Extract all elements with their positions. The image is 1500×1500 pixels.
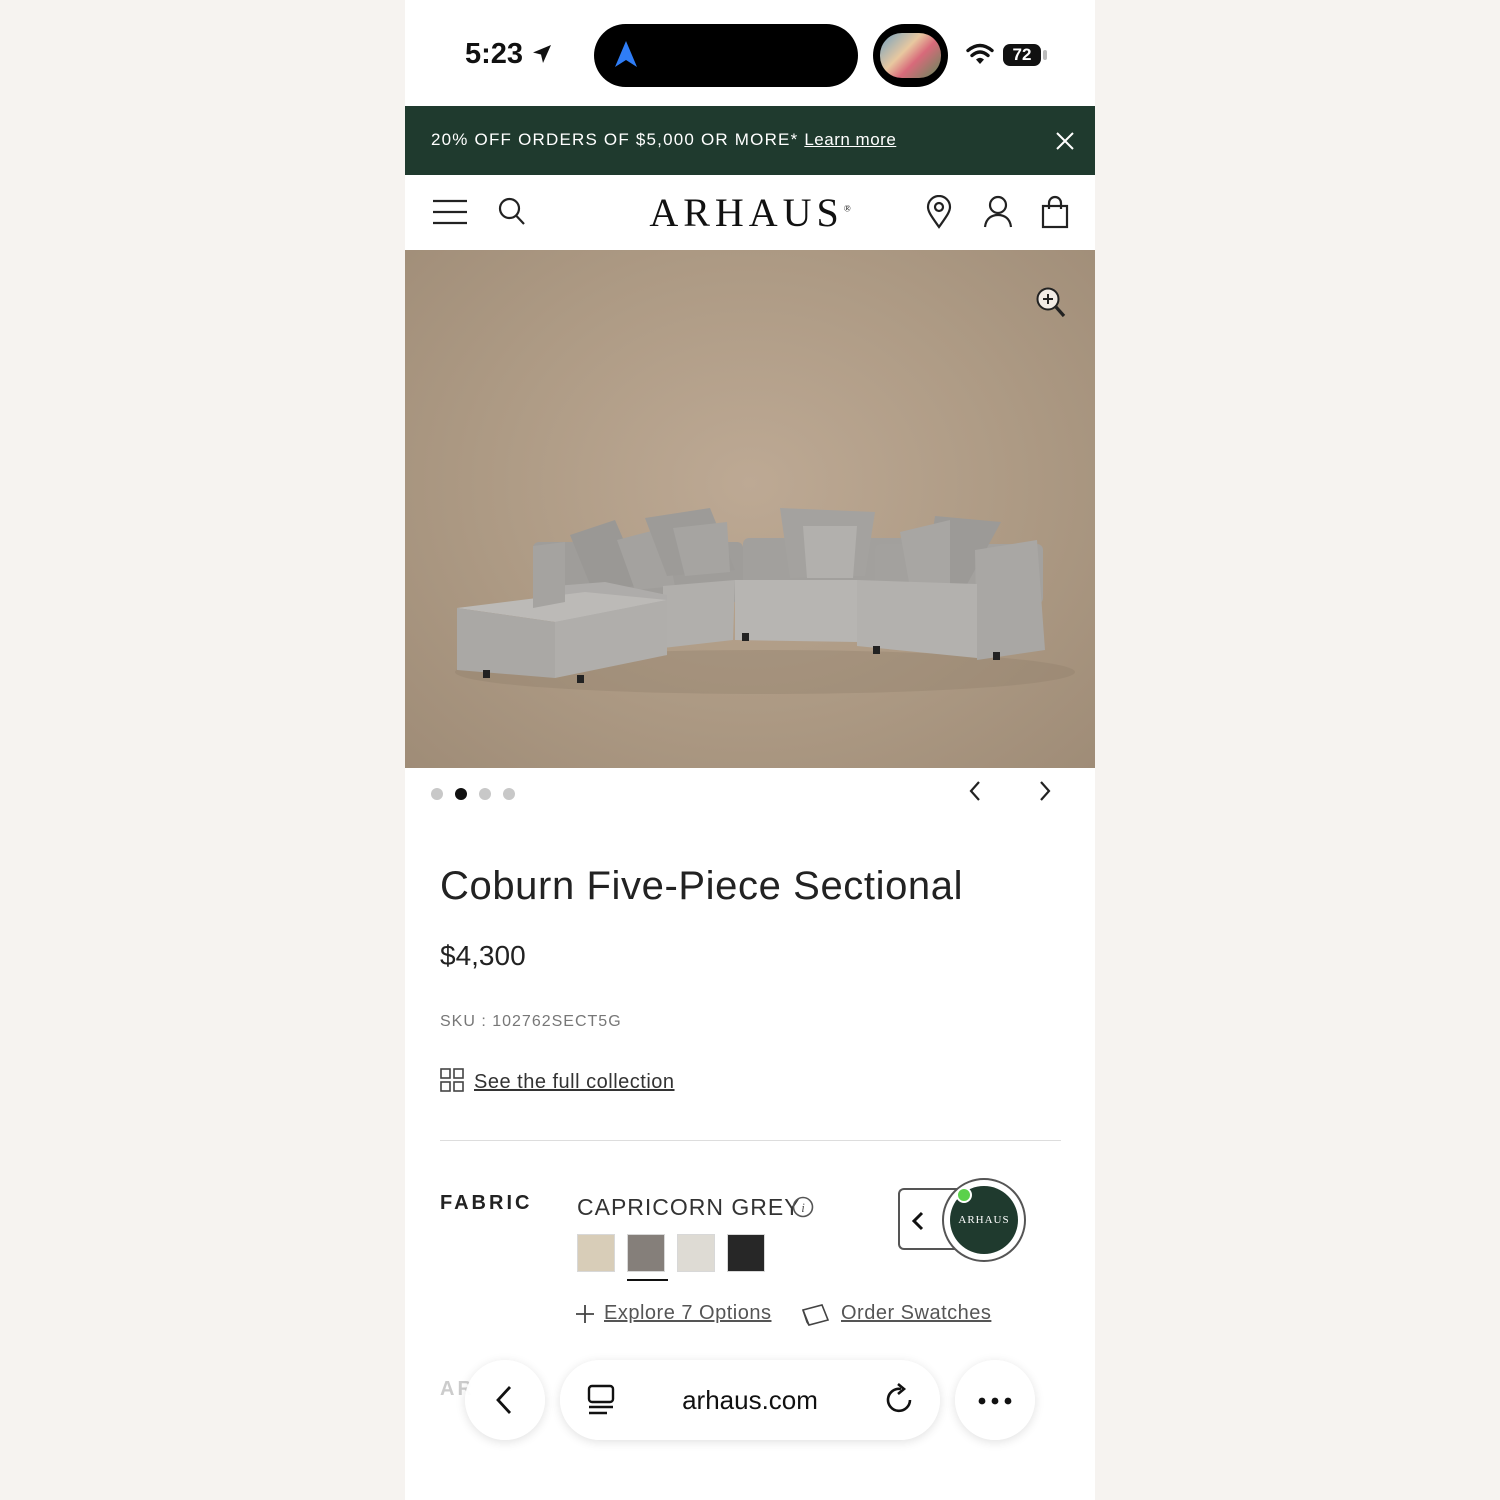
svg-text:i: i (801, 1200, 805, 1215)
sofa-illustration (455, 508, 1075, 694)
navigation-app-icon (615, 41, 637, 67)
chevron-left-icon[interactable] (965, 778, 985, 804)
status-bar: 5:23 72 (405, 0, 1095, 106)
browser-url: arhaus.com (682, 1385, 818, 1415)
swatch-icon (801, 1304, 830, 1326)
site-header: ARHAUS® (405, 175, 1095, 250)
fabric-swatch[interactable] (577, 1234, 615, 1272)
product-price: $4,300 (440, 940, 526, 971)
fabric-label: FABRIC (440, 1192, 533, 1214)
promo-banner: 20% OFF ORDERS OF $5,000 OR MORE* Learn … (405, 106, 1095, 175)
carousel-dot-active[interactable] (455, 788, 467, 800)
logo-text: ARHAUS (649, 190, 844, 235)
status-time: 5:23 (465, 38, 524, 70)
explore-options-link[interactable]: Explore 7 Options (604, 1302, 771, 1325)
battery-indicator: 72 (1003, 44, 1041, 66)
see-full-collection-link[interactable]: See the full collection (474, 1071, 675, 1094)
shopping-bag-icon[interactable] (1041, 195, 1069, 229)
dynamic-island (594, 24, 858, 87)
chevron-left-icon (496, 1386, 512, 1414)
promo-message: 20% OFF ORDERS OF $5,000 OR MORE* (431, 130, 799, 149)
carousel-dots (431, 787, 527, 805)
carousel-dot[interactable] (503, 788, 515, 800)
plus-icon (576, 1305, 594, 1323)
store-locator-icon[interactable] (926, 195, 952, 229)
live-activity-bubble[interactable] (873, 24, 948, 87)
browser-back-button[interactable] (465, 1360, 545, 1440)
product-sku: SKU : 102762SECT5G (440, 1013, 622, 1030)
explore-options-row[interactable]: Explore 7 Options (575, 1302, 771, 1331)
info-icon[interactable]: i (792, 1196, 814, 1218)
product-image[interactable] (405, 250, 1095, 768)
carousel-dot[interactable] (431, 788, 443, 800)
selected-swatch-underline (627, 1279, 668, 1281)
wifi-icon (966, 43, 994, 64)
registered-mark: ® (843, 203, 851, 214)
promo-text: 20% OFF ORDERS OF $5,000 OR MORE* Learn … (431, 130, 896, 150)
fabric-swatch-selected[interactable] (627, 1234, 665, 1272)
fabric-swatch[interactable] (727, 1234, 765, 1272)
browser-address-bar[interactable]: arhaus.com (560, 1360, 940, 1440)
more-options-icon (978, 1397, 1012, 1405)
fabric-swatch[interactable] (677, 1234, 715, 1272)
carousel-dot[interactable] (479, 788, 491, 800)
collection-link-row[interactable]: See the full collection (440, 1068, 674, 1097)
chevron-left-icon (911, 1211, 924, 1231)
chevron-right-icon[interactable] (1035, 778, 1055, 804)
phone-screen: 5:23 72 20% OFF ORDERS OF $5,000 OR MORE… (405, 0, 1095, 1500)
section-divider (440, 1140, 1061, 1141)
location-arrow-icon (533, 45, 551, 63)
online-status-dot (956, 1187, 972, 1203)
promo-learn-more-link[interactable]: Learn more (804, 130, 896, 149)
zoom-in-icon[interactable] (1035, 286, 1067, 320)
battery-tip (1043, 50, 1047, 60)
product-title: Coburn Five-Piece Sectional (440, 864, 964, 908)
order-swatches-row[interactable]: Order Swatches (800, 1302, 991, 1333)
chat-widget-button[interactable]: ARHAUS (942, 1178, 1026, 1262)
selected-fabric-name: CAPRICORN GREY (577, 1194, 801, 1220)
close-icon[interactable] (1055, 131, 1075, 151)
live-activity-thumbnail (880, 33, 941, 78)
browser-more-button[interactable] (955, 1360, 1035, 1440)
grid-icon (440, 1068, 464, 1092)
reload-icon[interactable] (884, 1383, 916, 1417)
order-swatches-link[interactable]: Order Swatches (841, 1302, 991, 1325)
account-icon[interactable] (983, 195, 1013, 229)
